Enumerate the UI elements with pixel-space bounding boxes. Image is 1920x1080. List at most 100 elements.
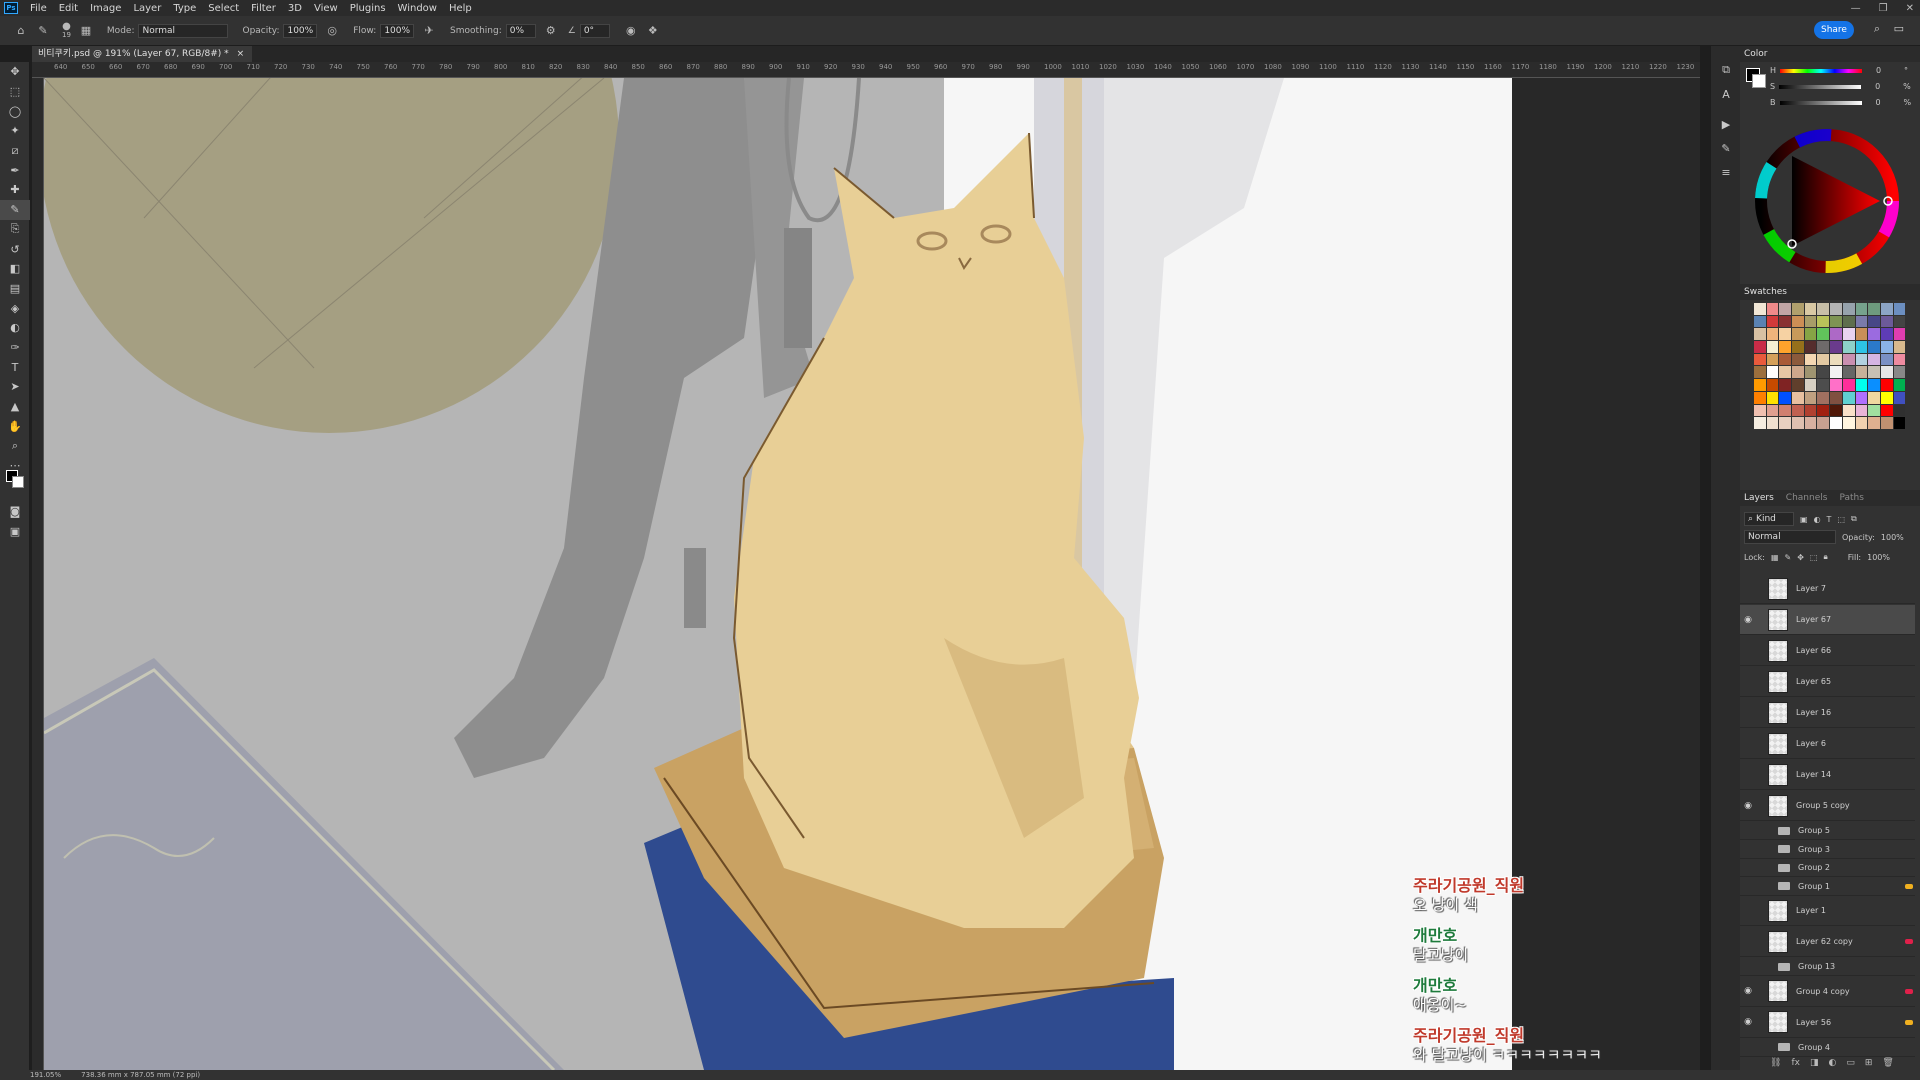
color-swatch[interactable] [1868,404,1880,417]
color-swatch[interactable] [1830,366,1842,379]
brush-icon[interactable]: ✎ [0,199,30,220]
color-slider-value[interactable]: 0 [1876,98,1900,107]
lasso-icon[interactable]: ◯ [0,101,30,121]
restore-icon[interactable]: ❐ [1879,3,1888,14]
brush-settings-icon[interactable]: ▦ [79,24,93,38]
color-swatch[interactable] [1766,315,1779,328]
color-swatch[interactable] [1855,353,1868,366]
color-swatch[interactable] [1779,404,1792,417]
menu-plugins[interactable]: Plugins [344,3,392,14]
lock-pixels-icon[interactable]: ✎ [1785,553,1792,562]
move-icon[interactable]: ✥ [0,62,30,82]
color-swatch[interactable] [1792,391,1804,404]
color-swatch[interactable] [1804,379,1817,391]
color-swatch[interactable] [1830,391,1842,404]
color-swatch[interactable] [1779,328,1792,341]
color-swatch[interactable] [1868,391,1880,404]
color-swatch[interactable] [1842,341,1855,353]
color-swatch[interactable] [1855,366,1868,379]
visibility-eye-icon[interactable]: ◉ [1740,986,1756,996]
color-swatch[interactable] [1766,391,1779,404]
layer-row[interactable]: Layer 7 [1740,574,1915,604]
layer-row[interactable]: ◉ Group 5 copy [1740,791,1915,821]
tab-layers[interactable]: Layers [1744,493,1774,503]
color-swatch[interactable] [1766,366,1779,379]
color-swatch[interactable] [1855,404,1868,417]
smoothing-settings-icon[interactable]: ⚙ [544,24,558,38]
color-swatch[interactable] [1804,366,1817,379]
color-swatch[interactable] [1842,303,1855,315]
color-swatch[interactable] [1792,404,1804,417]
color-swatch[interactable] [1868,353,1880,366]
color-swatch[interactable] [1868,303,1880,315]
canvas-area[interactable]: 주라기공원_직원 오 냥이 색 개만호 달고냥이 개만호 애옹이~ 주라기공원_직원 와 달고… [44,78,1700,1070]
filter-shape-icon[interactable]: ⬚ [1837,515,1845,524]
background-color-swatch[interactable] [12,476,24,488]
adjustments-icon[interactable]: ≡ [1711,160,1741,184]
color-swatch[interactable] [1880,417,1893,429]
shape-icon[interactable]: ▲ [0,397,30,417]
color-swatch[interactable] [1754,341,1766,353]
color-swatch[interactable] [1855,391,1868,404]
color-swatch[interactable] [1804,391,1817,404]
home-icon[interactable]: ⌂ [14,24,28,38]
color-swatch[interactable] [1868,379,1880,391]
hand-icon[interactable]: ✋ [0,416,30,436]
color-swatch[interactable] [1792,341,1804,353]
pressure-opacity-icon[interactable]: ◎ [325,24,339,38]
color-swatch[interactable] [1842,328,1855,341]
color-swatch[interactable] [1893,353,1906,366]
lock-position-icon[interactable]: ✥ [1797,553,1804,562]
search-icon[interactable]: ⌕ [1874,22,1880,36]
color-swatch[interactable] [1830,303,1842,315]
menu-layer[interactable]: Layer [127,3,167,14]
layer-row[interactable]: Layer 6 [1740,729,1915,759]
close-icon[interactable]: ✕ [1906,3,1914,14]
color-swatch[interactable] [1842,404,1855,417]
color-swatch[interactable] [1817,341,1830,353]
layer-row[interactable]: ◉ Layer 56 [1740,1008,1915,1038]
layer-style-icon[interactable]: fx [1791,1058,1800,1068]
layer-row[interactable]: Layer 62 copy [1740,927,1915,957]
history-icon[interactable]: ⧉ [1711,58,1741,82]
angle-field[interactable]: 0° [579,23,610,38]
color-swatch[interactable] [1766,303,1779,315]
color-swatch[interactable] [1830,341,1842,353]
color-wheel[interactable] [1752,126,1902,276]
color-swatch[interactable] [1830,379,1842,391]
color-swatch[interactable] [1868,328,1880,341]
color-swatch[interactable] [1766,341,1779,353]
color-swatch[interactable] [1842,353,1855,366]
layer-row[interactable]: Layer 66 [1740,636,1915,666]
color-swatch[interactable] [1868,341,1880,353]
clone-stamp-icon[interactable]: ⎘ [0,220,30,240]
color-swatch[interactable] [1880,391,1893,404]
layer-row[interactable]: Layer 1 [1740,896,1915,926]
color-swatch[interactable] [1779,366,1792,379]
document-tab[interactable]: 비티쿠키.psd @ 191% (Layer 67, RGB/8#) * × [32,46,253,62]
menu-edit[interactable]: Edit [53,3,84,14]
filter-smart-icon[interactable]: ⧉ [1851,514,1857,524]
menu-select[interactable]: Select [202,3,245,14]
color-slider-track[interactable] [1780,68,1863,73]
color-swatch[interactable] [1855,379,1868,391]
adjustment-layer-icon[interactable]: ◐ [1828,1058,1836,1068]
close-tab-icon[interactable]: × [237,46,245,62]
menu-filter[interactable]: Filter [245,3,282,14]
color-slider-value[interactable]: 0 [1876,66,1900,75]
brush-preset-picker[interactable]: ● 19 [62,21,71,39]
flow-field[interactable]: 100% [380,23,415,38]
color-swatch[interactable] [1842,366,1855,379]
workspace-icon[interactable]: ▭ [1894,22,1904,35]
visibility-eye-icon[interactable]: ◉ [1740,801,1756,811]
character-icon[interactable]: A [1711,82,1741,106]
new-layer-icon[interactable]: ⊞ [1865,1058,1873,1068]
color-swatch[interactable] [1830,417,1842,429]
color-swatch[interactable] [1792,353,1804,366]
color-swatch[interactable] [1842,391,1855,404]
color-swatch[interactable] [1754,417,1766,429]
opacity-field[interactable]: 100% [283,23,318,38]
color-panel-title[interactable]: Color [1744,49,1768,59]
color-swatch[interactable] [1804,341,1817,353]
tab-paths[interactable]: Paths [1839,493,1863,503]
